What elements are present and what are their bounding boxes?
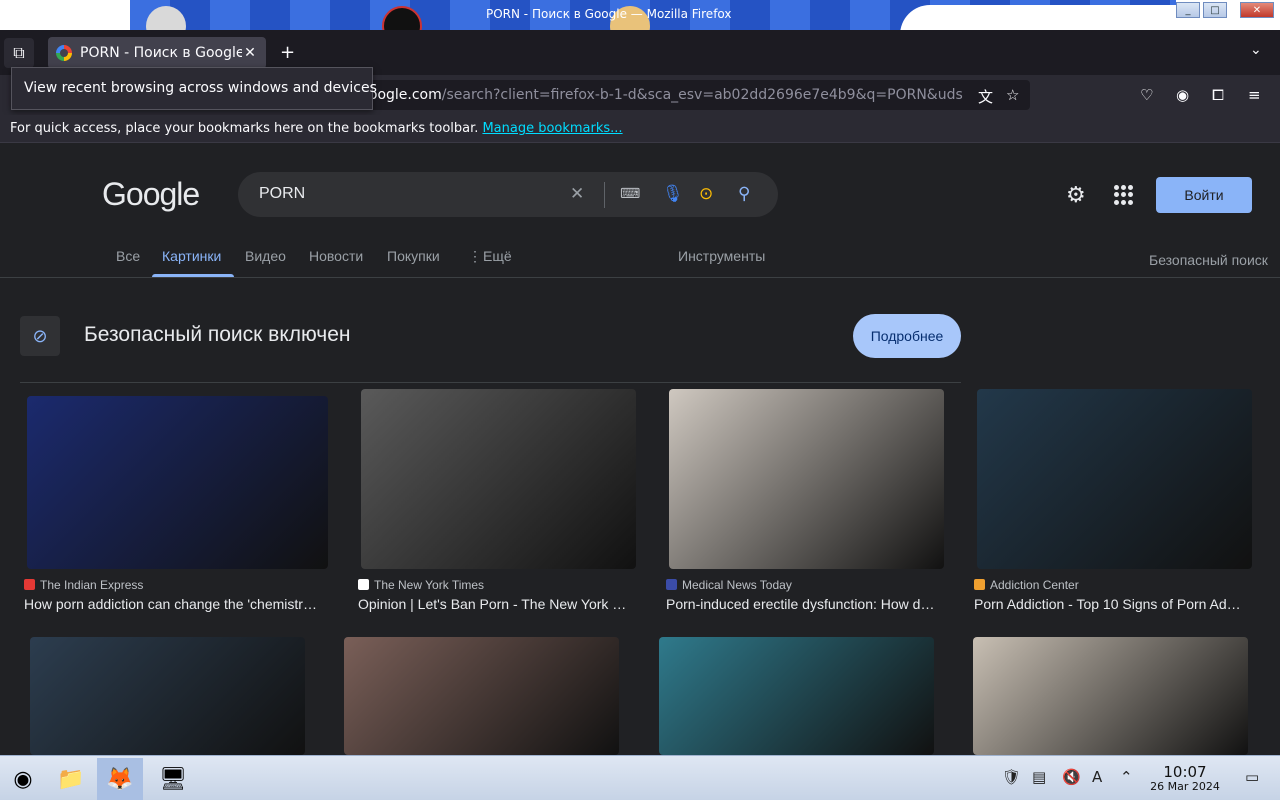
microphone-icon[interactable]: 🎙 bbox=[662, 184, 684, 204]
menu-icon[interactable]: ≡ bbox=[1248, 86, 1261, 104]
image-result-card[interactable] bbox=[344, 637, 619, 755]
image-result-card[interactable]: The Indian Express How porn addiction can… bbox=[20, 389, 335, 614]
close-tab-icon[interactable]: ✕ bbox=[242, 45, 258, 61]
settings-gear-icon[interactable]: ⚙ bbox=[1066, 183, 1086, 208]
browser-tab[interactable]: PORN - Поиск в Google ✕ bbox=[48, 37, 266, 69]
file-manager-icon[interactable]: 📁 bbox=[48, 758, 94, 800]
tab-news[interactable]: Новости bbox=[309, 248, 363, 264]
tab-all[interactable]: Все bbox=[116, 248, 140, 264]
source-favicon-icon bbox=[974, 579, 985, 590]
source-favicon-icon bbox=[666, 579, 677, 590]
account-icon[interactable]: ◉ bbox=[1176, 86, 1189, 104]
close-window-button[interactable]: ✕ bbox=[1240, 2, 1274, 18]
clock-time: 10:07 bbox=[1163, 763, 1207, 781]
recent-browsing-tooltip: View recent browsing across windows and … bbox=[11, 67, 377, 110]
source-favicon-icon bbox=[358, 579, 369, 590]
url-path: /search?client=firefox-b-1-d&sca_esv=ab0… bbox=[441, 87, 963, 103]
result-thumbnail[interactable] bbox=[669, 389, 944, 569]
taskbar-clock[interactable]: 10:07 26 Mar 2024 bbox=[1140, 764, 1230, 794]
bookmarks-hint: For quick access, place your bookmarks h… bbox=[10, 121, 479, 136]
banner-divider bbox=[20, 382, 961, 383]
tab-title: PORN - Поиск в Google bbox=[80, 45, 242, 61]
search-box[interactable]: PORN ✕ ⌨ 🎙 ⊙ ⚲ bbox=[238, 172, 778, 217]
clipboard-tray-icon[interactable]: ▤ bbox=[1032, 768, 1046, 786]
search-tabs: Все Картинки Видео Новости Покупки ⋮ Ещё… bbox=[0, 240, 1280, 278]
google-apps-icon[interactable] bbox=[1114, 185, 1134, 205]
clock-date: 26 Mar 2024 bbox=[1150, 780, 1220, 793]
keyboard-icon[interactable]: ⌨ bbox=[620, 186, 640, 202]
result-caption[interactable]: How porn addiction can change the 'chemi… bbox=[24, 596, 333, 612]
start-menu-icon[interactable]: ◉ bbox=[0, 758, 46, 800]
result-source[interactable]: Addiction Center bbox=[974, 578, 1079, 592]
image-result-card[interactable]: The New York Times Opinion | Let's Ban Po… bbox=[358, 389, 643, 614]
safe-search-button[interactable]: Безопасный поиск bbox=[1149, 252, 1268, 268]
active-tab-underline bbox=[152, 274, 234, 277]
security-tray-icon[interactable]: 🛡 bbox=[1002, 768, 1021, 786]
show-desktop-icon[interactable]: ▭ bbox=[1245, 768, 1259, 786]
minimize-button[interactable]: _ bbox=[1176, 2, 1200, 18]
search-icon[interactable]: ⚲ bbox=[738, 184, 750, 204]
list-all-tabs-icon[interactable]: ⌄ bbox=[1250, 42, 1262, 58]
tab-images[interactable]: Картинки bbox=[162, 248, 221, 264]
extensions-icon[interactable]: ⧠ bbox=[1212, 86, 1224, 104]
source-favicon-icon bbox=[24, 579, 35, 590]
recent-browsing-icon[interactable]: ⧉ bbox=[4, 38, 34, 68]
new-tab-button[interactable]: + bbox=[280, 42, 295, 63]
result-source-label: Medical News Today bbox=[682, 578, 792, 592]
result-source-label: Addiction Center bbox=[990, 578, 1079, 592]
sign-in-button[interactable]: Войти bbox=[1156, 177, 1252, 213]
tools-button[interactable]: Инструменты bbox=[678, 248, 765, 264]
image-result-card[interactable]: Addiction Center Porn Addiction - Top 10 … bbox=[974, 389, 1259, 614]
eye-off-icon: ⊘ bbox=[20, 316, 60, 356]
tab-more[interactable]: Ещё bbox=[483, 248, 512, 264]
titlebar-cloud bbox=[900, 5, 1176, 30]
lens-icon[interactable]: ⊙ bbox=[699, 184, 713, 204]
result-thumbnail[interactable] bbox=[30, 637, 305, 755]
google-favicon-icon bbox=[56, 45, 72, 61]
pocket-icon[interactable]: ♡ bbox=[1140, 86, 1153, 104]
result-source-label: The Indian Express bbox=[40, 578, 144, 592]
result-thumbnail[interactable] bbox=[27, 396, 328, 569]
result-source[interactable]: The Indian Express bbox=[24, 578, 143, 592]
tray-expand-icon[interactable]: ⌃ bbox=[1120, 768, 1133, 786]
tab-video[interactable]: Видео bbox=[245, 248, 286, 264]
result-thumbnail[interactable] bbox=[973, 637, 1248, 755]
result-thumbnail[interactable] bbox=[361, 389, 636, 569]
tab-shopping[interactable]: Покупки bbox=[387, 248, 440, 264]
volume-muted-icon[interactable]: 🔇 bbox=[1062, 768, 1081, 786]
bookmarks-toolbar: For quick access, place your bookmarks h… bbox=[0, 115, 1280, 143]
clear-search-icon[interactable]: ✕ bbox=[570, 184, 584, 204]
safe-search-banner-title: Безопасный поиск включен bbox=[84, 323, 351, 346]
learn-more-button[interactable]: Подробнее bbox=[853, 314, 961, 358]
result-source[interactable]: The New York Times bbox=[358, 578, 484, 592]
result-thumbnail[interactable] bbox=[977, 389, 1252, 569]
taskbar: ◉ 📁 🦊 🖥 🛡 ▤ 🔇 A ⌃ 10:07 26 Mar 2024 ▭ bbox=[0, 755, 1280, 800]
result-caption[interactable]: Porn Addiction - Top 10 Signs of Porn Ad… bbox=[974, 596, 1253, 612]
image-result-card[interactable] bbox=[973, 637, 1248, 755]
image-result-card[interactable] bbox=[30, 637, 305, 755]
keyboard-layout-icon[interactable]: A bbox=[1092, 768, 1102, 786]
more-dots-icon: ⋮ bbox=[468, 248, 482, 264]
google-logo[interactable]: Google bbox=[102, 176, 200, 213]
result-thumbnail[interactable] bbox=[344, 637, 619, 755]
search-divider bbox=[604, 182, 605, 208]
control-panel-icon[interactable]: 🖥 bbox=[150, 758, 196, 800]
result-caption[interactable]: Opinion | Let's Ban Porn - The New York … bbox=[358, 596, 637, 612]
window-title: PORN - Поиск в Google — Mozilla Firefox bbox=[486, 7, 732, 21]
window-titlebar: PORN - Поиск в Google — Mozilla Firefox … bbox=[0, 0, 1280, 30]
translate-icon[interactable]: 文 bbox=[978, 86, 993, 107]
result-caption[interactable]: Porn-induced erectile dysfunction: How d… bbox=[666, 596, 945, 612]
bookmark-star-icon[interactable]: ☆ bbox=[1006, 86, 1019, 104]
result-thumbnail[interactable] bbox=[659, 637, 934, 755]
result-source[interactable]: Medical News Today bbox=[666, 578, 792, 592]
image-result-card[interactable]: Medical News Today Porn-induced erectile … bbox=[666, 389, 951, 614]
image-result-card[interactable] bbox=[659, 637, 934, 755]
search-input[interactable]: PORN bbox=[259, 185, 305, 203]
firefox-taskbar-icon[interactable]: 🦊 bbox=[97, 758, 143, 800]
result-source-label: The New York Times bbox=[374, 578, 485, 592]
manage-bookmarks-link[interactable]: Manage bookmarks... bbox=[482, 121, 622, 136]
maximize-button[interactable]: □ bbox=[1203, 2, 1227, 18]
